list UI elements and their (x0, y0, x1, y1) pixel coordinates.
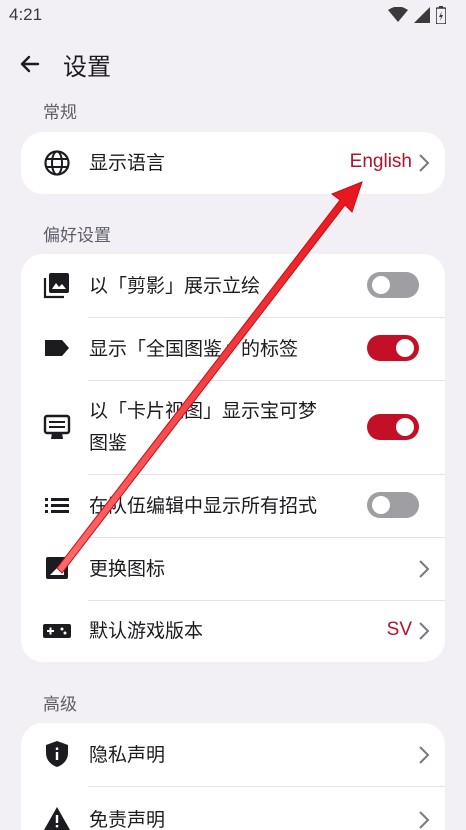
card-view-icon (43, 413, 71, 441)
game-version-row[interactable]: 默认游戏版本 SV (21, 600, 445, 662)
disclaimer-label: 免责声明 (89, 809, 166, 830)
national-dex-tag-label: 显示「全国图鉴」的标签 (89, 338, 299, 360)
section-label-preferences: 偏好设置 (43, 226, 111, 246)
wifi-icon (388, 7, 408, 22)
card-advanced: 隐私声明 免责声明 (21, 723, 445, 830)
card-view-label-line1: 以「卡片视图」显示宝可梦 (89, 400, 318, 422)
silhouette-row[interactable]: 以「剪影」展示立绘 (21, 254, 445, 317)
game-version-value: SV (386, 619, 412, 640)
card-view-toggle[interactable] (367, 414, 419, 440)
list-icon (43, 491, 71, 519)
warning-icon (43, 805, 71, 830)
arrow-back-icon (20, 55, 40, 73)
chevron-right-icon (419, 622, 430, 640)
signal-icon (414, 7, 430, 23)
section-label-advanced: 高级 (43, 695, 77, 715)
chevron-right-icon (419, 560, 430, 578)
back-button[interactable] (12, 46, 48, 82)
display-language-value: English (349, 151, 412, 172)
battery-icon (436, 6, 446, 24)
all-moves-toggle[interactable] (367, 492, 419, 518)
status-icons (388, 6, 446, 24)
globe-icon (43, 149, 71, 177)
card-view-label-line2: 图鉴 (89, 432, 128, 454)
silhouette-label: 以「剪影」展示立绘 (89, 275, 261, 297)
national-dex-tag-toggle[interactable] (367, 335, 419, 361)
image-icon (43, 271, 71, 299)
chevron-right-icon (419, 811, 430, 829)
game-version-label: 默认游戏版本 (89, 620, 204, 642)
silhouette-toggle[interactable] (367, 272, 419, 298)
change-icon-row[interactable]: 更换图标 (21, 537, 445, 600)
display-language-row[interactable]: 显示语言 English (21, 132, 445, 194)
app-bar: 设置 (0, 38, 466, 90)
disclaimer-row[interactable]: 免责声明 (21, 786, 445, 830)
display-language-label: 显示语言 (89, 152, 166, 174)
status-bar: 4:21 (0, 0, 466, 34)
app-icon-icon (43, 554, 71, 582)
card-view-row[interactable]: 以「卡片视图」显示宝可梦 图鉴 (21, 380, 445, 474)
card-general: 显示语言 English (21, 132, 445, 194)
status-time: 4:21 (9, 5, 43, 24)
national-dex-tag-row[interactable]: 显示「全国图鉴」的标签 (21, 317, 445, 380)
all-moves-row[interactable]: 在队伍编辑中显示所有招式 (21, 474, 445, 537)
privacy-row[interactable]: 隐私声明 (21, 723, 445, 786)
change-icon-label: 更换图标 (89, 558, 166, 580)
chevron-right-icon (419, 154, 430, 172)
card-preferences: 以「剪影」展示立绘 显示「全国图鉴」的标签 以「卡片视图」显示宝可梦 图鉴 在队… (21, 254, 445, 662)
section-label-general: 常规 (43, 103, 77, 123)
page-title: 设置 (63, 53, 111, 81)
chevron-right-icon (419, 746, 430, 764)
privacy-label: 隐私声明 (89, 744, 166, 766)
shield-icon (43, 740, 71, 768)
label-tag-icon (43, 334, 71, 362)
gamepad-icon (43, 617, 71, 645)
all-moves-label: 在队伍编辑中显示所有招式 (89, 495, 318, 517)
